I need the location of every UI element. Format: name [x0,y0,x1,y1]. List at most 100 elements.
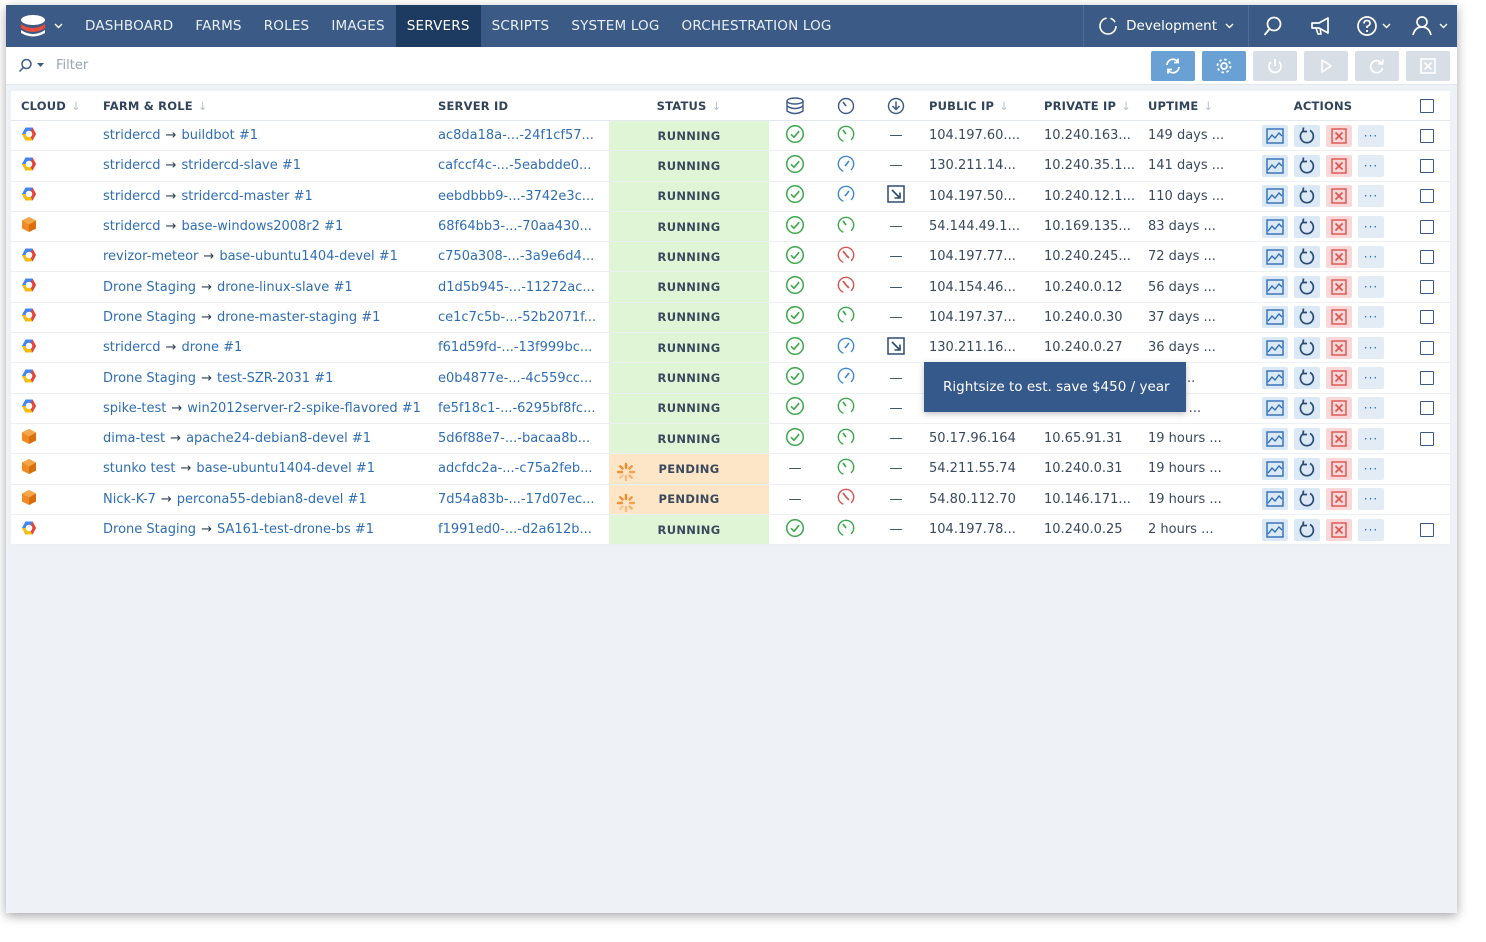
logo-menu[interactable] [6,5,74,47]
farm-link[interactable]: dima-test [103,431,165,446]
start-button[interactable] [1304,50,1348,81]
more-actions-button[interactable]: ··· [1358,245,1384,268]
select-all-checkbox[interactable] [1419,98,1434,113]
row-checkbox[interactable] [1419,158,1434,173]
column-header-public-ip[interactable]: PUBLIC IP ↓ [921,91,1036,120]
row-checkbox[interactable] [1419,310,1434,325]
gauge-green-icon[interactable] [837,125,855,147]
server-id-link[interactable]: 7d54a83b-...-17d07ec... [438,492,594,507]
reboot-server-button[interactable] [1294,336,1320,359]
column-header-private-ip[interactable]: PRIVATE IP ↓ [1036,91,1140,120]
environment-selector[interactable]: Development [1083,5,1249,47]
farm-link[interactable]: stridercd [103,340,161,355]
terminate-server-button[interactable] [1326,367,1352,390]
more-actions-button[interactable]: ··· [1358,215,1384,238]
gauge-blue-icon[interactable] [837,155,855,177]
more-actions-button[interactable]: ··· [1358,124,1384,147]
row-checkbox[interactable] [1419,189,1434,204]
terminate-server-button[interactable] [1326,336,1352,359]
role-link[interactable]: test-SZR-2031 #1 [217,371,333,386]
farm-link[interactable]: stunko test [103,461,175,476]
server-id-link[interactable]: 5d6f88e7-...-bacaa8b... [438,431,590,446]
terminate-server-button[interactable] [1326,518,1352,541]
statistics-button[interactable] [1262,488,1288,511]
farm-link[interactable]: stridercd [103,189,161,204]
gauge-red-icon[interactable] [837,246,855,268]
reboot-server-button[interactable] [1294,276,1320,299]
nav-scripts[interactable]: SCRIPTS [481,5,561,47]
column-header-status[interactable]: STATUS ↓ [609,91,769,120]
filter-options-button[interactable] [6,58,56,73]
server-id-link[interactable]: adcfdc2a-...-c75a2feb... [438,461,593,476]
role-link[interactable]: drone-master-staging #1 [217,310,380,325]
statistics-button[interactable] [1262,397,1288,420]
reboot-server-button[interactable] [1294,154,1320,177]
more-actions-button[interactable]: ··· [1358,427,1384,450]
statistics-button[interactable] [1262,518,1288,541]
farm-link[interactable]: stridercd [103,128,161,143]
help-menu[interactable] [1345,5,1401,47]
row-checkbox[interactable] [1419,431,1434,446]
statistics-button[interactable] [1262,245,1288,268]
terminate-server-button[interactable] [1326,488,1352,511]
statistics-button[interactable] [1262,276,1288,299]
gauge-green-icon[interactable] [837,216,855,238]
farm-link[interactable]: revizor-meteor [103,249,198,264]
terminate-button[interactable] [1406,50,1450,81]
reboot-server-button[interactable] [1294,245,1320,268]
server-id-link[interactable]: d1d5b945-...-11272ac... [438,280,595,295]
farm-link[interactable]: Drone Staging [103,371,196,386]
statistics-button[interactable] [1262,154,1288,177]
reboot-server-button[interactable] [1294,488,1320,511]
statistics-button[interactable] [1262,367,1288,390]
reboot-server-button[interactable] [1294,306,1320,329]
gauge-green-icon[interactable] [837,397,855,419]
statistics-button[interactable] [1262,457,1288,480]
more-actions-button[interactable]: ··· [1358,397,1384,420]
announcements-button[interactable] [1297,5,1345,47]
server-id-link[interactable]: cafccf4c-...-5eabdde0... [438,158,591,173]
terminate-server-button[interactable] [1326,397,1352,420]
gauge-green-icon[interactable] [837,519,855,541]
farm-link[interactable]: Drone Staging [103,522,196,537]
more-actions-button[interactable]: ··· [1358,336,1384,359]
server-id-link[interactable]: c750a308-...-3a9e6d4... [438,249,594,264]
server-id-link[interactable]: e0b4877e-...-4c559cc... [438,371,592,386]
gauge-green-icon[interactable] [837,428,855,450]
terminate-server-button[interactable] [1326,124,1352,147]
gauge-green-icon[interactable] [837,458,855,480]
terminate-server-button[interactable] [1326,276,1352,299]
role-link[interactable]: base-ubuntu1404-devel #1 [219,249,398,264]
terminate-server-button[interactable] [1326,306,1352,329]
server-id-link[interactable]: 68f64bb3-...-70aa430... [438,219,592,234]
statistics-button[interactable] [1262,306,1288,329]
nav-roles[interactable]: ROLES [253,5,321,47]
farm-link[interactable]: spike-test [103,401,166,416]
reboot-button[interactable] [1355,50,1399,81]
server-id-link[interactable]: ce1c7c5b-...-52b2071f... [438,310,596,325]
role-link[interactable]: stridercd-slave #1 [181,158,301,173]
column-header-farm-role[interactable]: FARM & ROLE ↓ [93,91,428,120]
global-search-button[interactable] [1249,5,1297,47]
power-off-button[interactable] [1253,50,1297,81]
more-actions-button[interactable]: ··· [1358,185,1384,208]
reboot-server-button[interactable] [1294,185,1320,208]
row-checkbox[interactable] [1419,401,1434,416]
nav-system-log[interactable]: SYSTEM LOG [560,5,670,47]
row-checkbox[interactable] [1419,340,1434,355]
gauge-blue-icon[interactable] [837,337,855,359]
more-actions-button[interactable]: ··· [1358,488,1384,511]
refresh-button[interactable] [1151,50,1195,81]
terminate-server-button[interactable] [1326,185,1352,208]
more-actions-button[interactable]: ··· [1358,457,1384,480]
nav-images[interactable]: IMAGES [320,5,395,47]
user-menu[interactable] [1401,5,1457,47]
terminate-server-button[interactable] [1326,154,1352,177]
gauge-green-icon[interactable] [837,306,855,328]
reboot-server-button[interactable] [1294,457,1320,480]
server-id-link[interactable]: ac8da18a-...-24f1cf57... [438,128,594,143]
row-checkbox[interactable] [1419,249,1434,264]
terminate-server-button[interactable] [1326,457,1352,480]
filter-input[interactable] [56,47,1151,84]
role-link[interactable]: buildbot #1 [181,128,258,143]
